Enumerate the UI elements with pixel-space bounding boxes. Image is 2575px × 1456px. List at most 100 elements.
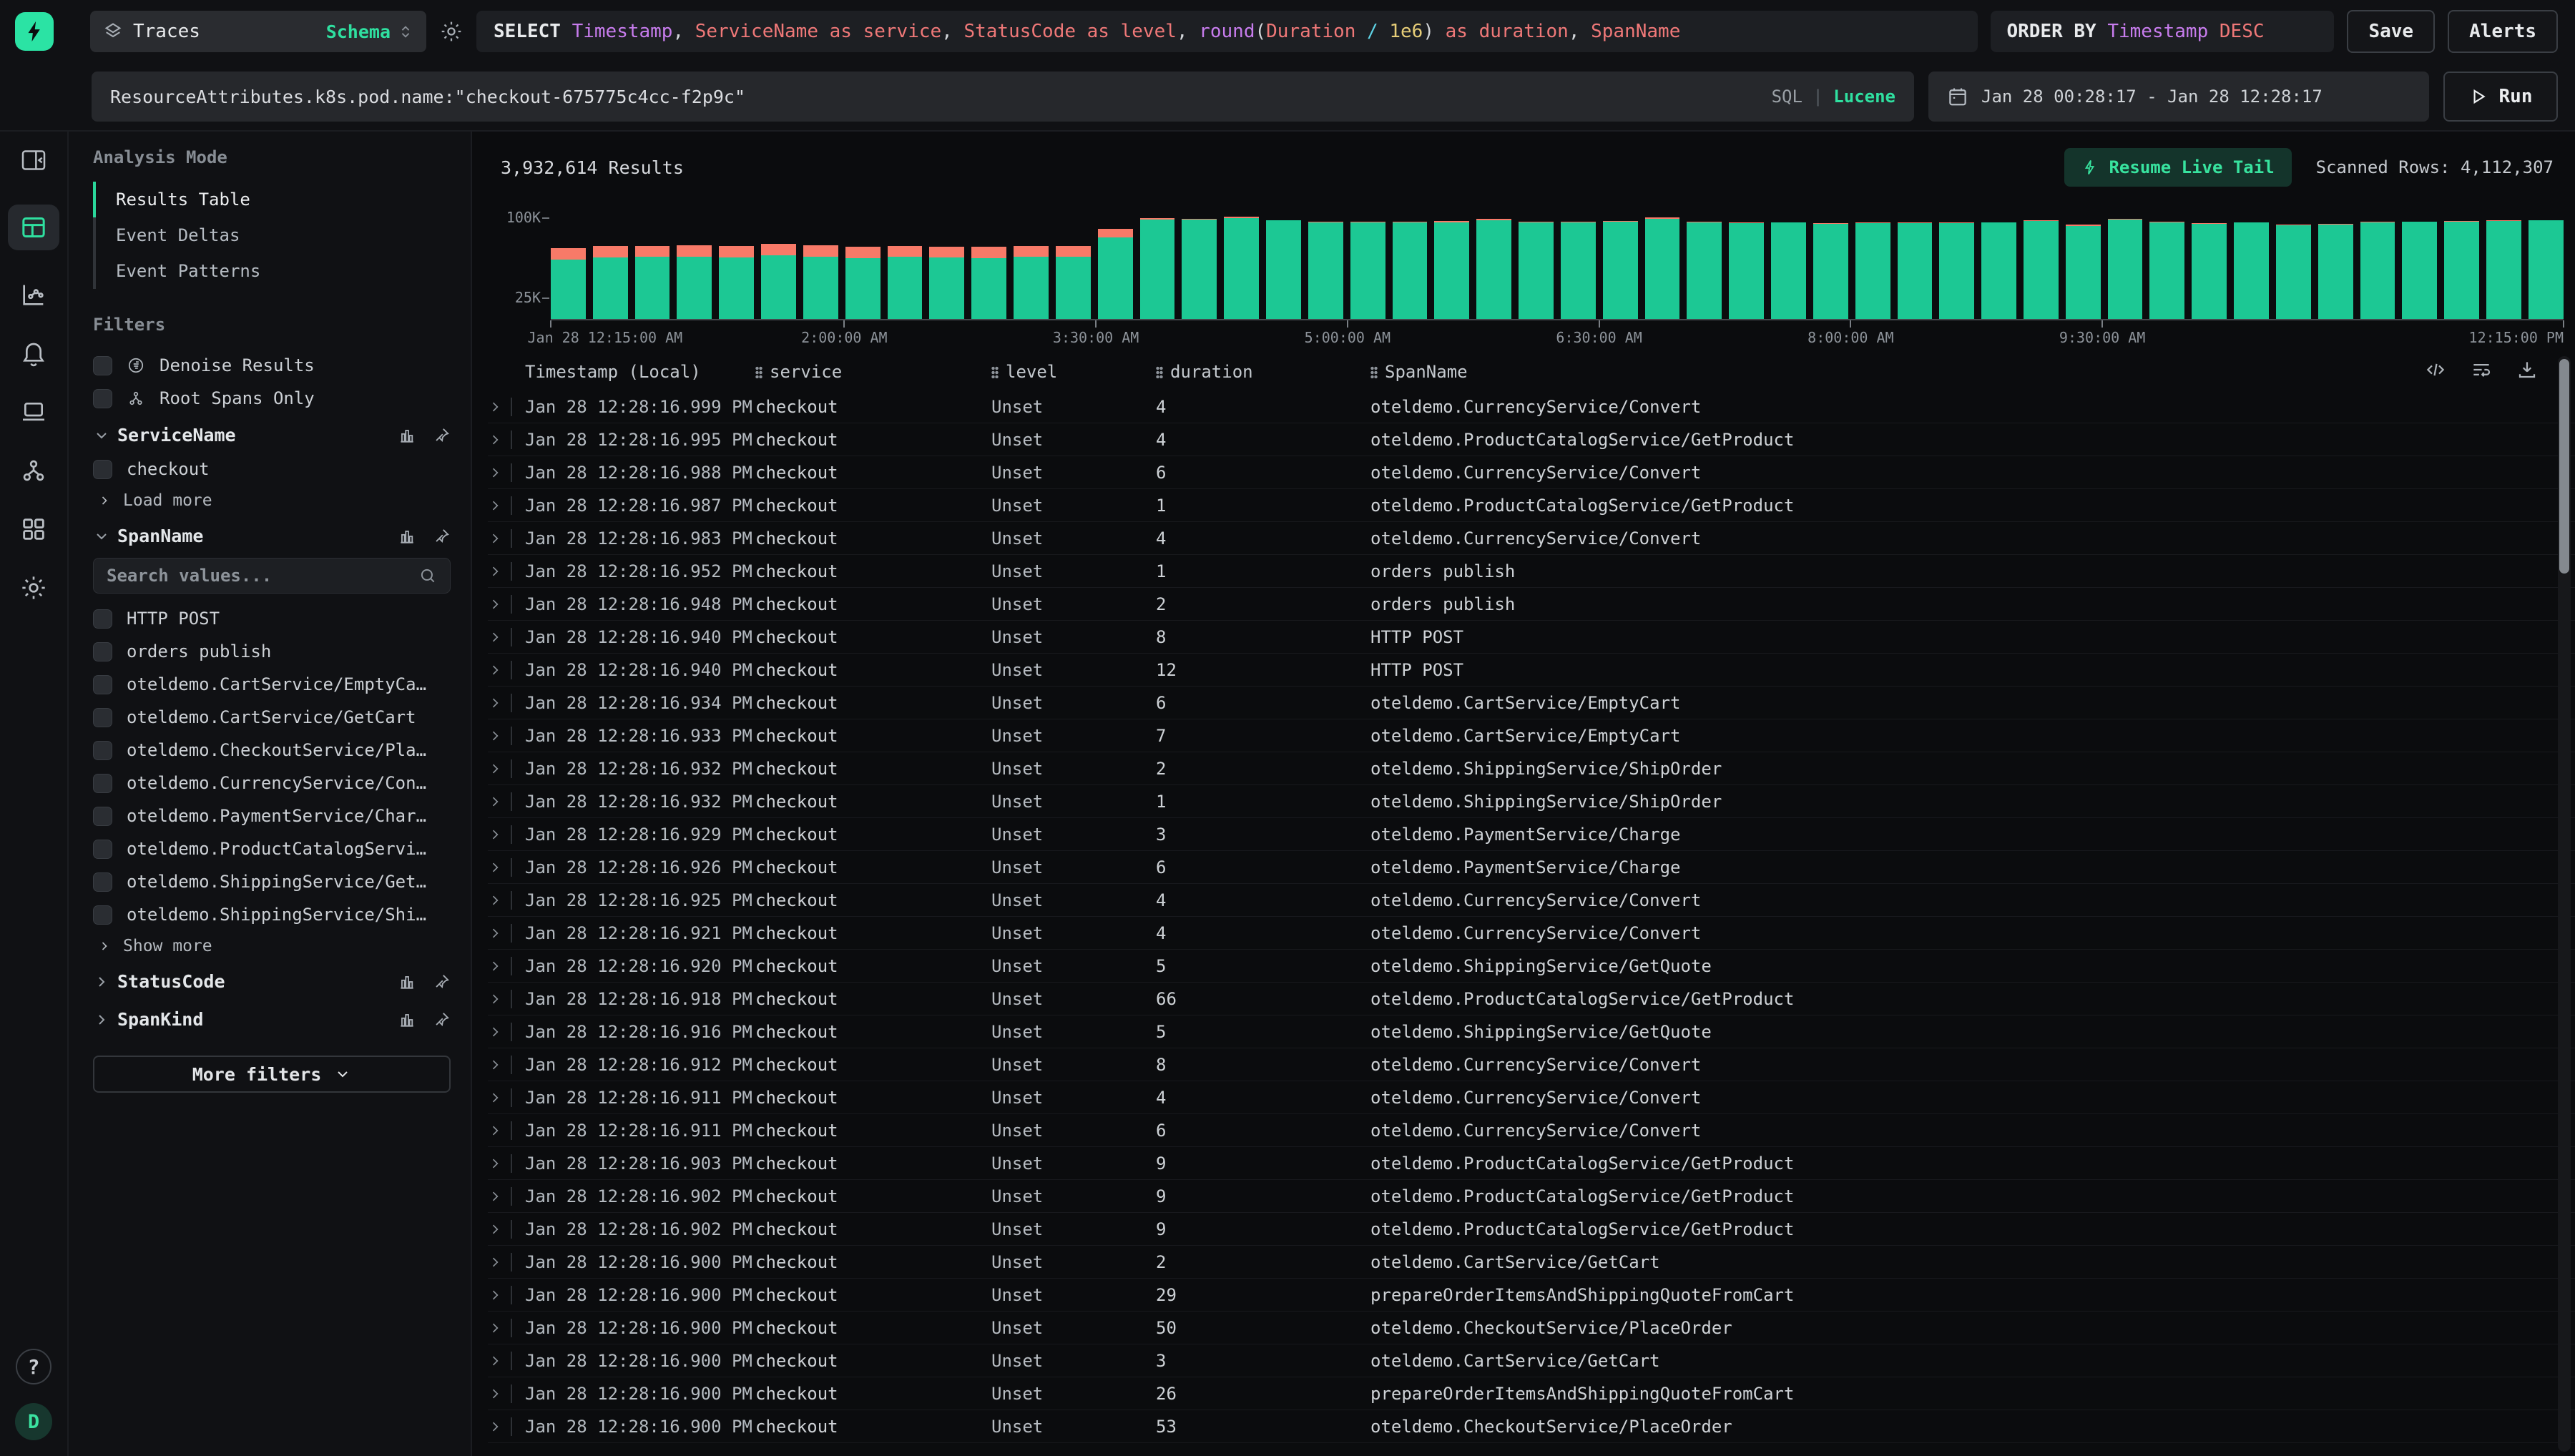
facet-pin-icon[interactable] [432, 973, 451, 991]
expand-row-button[interactable] [488, 1319, 525, 1337]
code-view-icon[interactable] [2425, 359, 2446, 380]
table-row[interactable]: Jan 28 12:28:16.926 PMcheckoutUnset6otel… [488, 851, 2575, 884]
table-row[interactable]: Jan 28 12:28:16.995 PMcheckoutUnset4otel… [488, 423, 2575, 456]
table-row[interactable]: Jan 28 12:28:16.921 PMcheckoutUnset4otel… [488, 917, 2575, 950]
table-row[interactable]: Jan 28 12:28:16.987 PMcheckoutUnset1otel… [488, 489, 2575, 522]
expand-row-button[interactable] [488, 1023, 525, 1041]
expand-row-button[interactable] [488, 1187, 525, 1206]
expand-row-button[interactable] [488, 529, 525, 548]
app-logo[interactable] [15, 12, 54, 51]
facet-pin-icon[interactable] [432, 527, 451, 546]
user-avatar[interactable]: D [15, 1403, 52, 1440]
language-lucene[interactable]: Lucene [1833, 87, 1895, 107]
table-row[interactable]: Jan 28 12:28:16.940 PMcheckoutUnset12HTT… [488, 654, 2575, 687]
denoise-results-checkbox[interactable] [93, 356, 112, 375]
facet-servicename-header[interactable]: ServiceName [93, 415, 451, 453]
analysis-mode-event-deltas[interactable]: Event Deltas [93, 217, 451, 253]
schema-link[interactable]: Schema [326, 21, 391, 42]
spanname-option[interactable]: oteldemo.CartService/EmptyCa… [93, 668, 451, 701]
table-scrollbar[interactable] [2558, 356, 2571, 1452]
spanname-option[interactable]: oteldemo.CurrencyService/Con… [93, 767, 451, 800]
expand-row-button[interactable] [488, 891, 525, 910]
expand-row-button[interactable] [488, 1417, 525, 1436]
alerts-button[interactable]: Alerts [2448, 10, 2558, 53]
spanname-option[interactable]: orders publish [93, 635, 451, 668]
table-row[interactable]: Jan 28 12:28:16.903 PMcheckoutUnset9otel… [488, 1147, 2575, 1180]
search-query-input[interactable]: ResourceAttributes.k8s.pod.name:"checkou… [92, 72, 1914, 122]
more-filters-button[interactable]: More filters [93, 1056, 451, 1093]
table-row[interactable]: Jan 28 12:28:16.900 PMcheckoutUnset50ote… [488, 1312, 2575, 1344]
denoise-results-toggle[interactable]: Denoise Results [93, 349, 451, 382]
servicename-load-more[interactable]: Load more [93, 486, 451, 516]
column-header-level[interactable]: level [991, 362, 1156, 382]
table-row[interactable]: Jan 28 12:28:16.929 PMcheckoutUnset3otel… [488, 818, 2575, 851]
nav-dashboards[interactable] [19, 515, 48, 543]
expand-row-button[interactable] [488, 661, 525, 679]
spanname-option[interactable]: oteldemo.ProductCatalogServi… [93, 832, 451, 865]
option-checkbox[interactable] [93, 905, 112, 925]
option-checkbox[interactable] [93, 741, 112, 760]
expand-row-button[interactable] [488, 595, 525, 614]
servicename-option-checkout[interactable]: checkout [93, 453, 451, 486]
expand-row-button[interactable] [488, 1121, 525, 1140]
spanname-option[interactable]: oteldemo.ShippingService/Get… [93, 865, 451, 898]
table-row[interactable]: Jan 28 12:28:16.916 PMcheckoutUnset5otel… [488, 1015, 2575, 1048]
expand-row-button[interactable] [488, 858, 525, 877]
expand-row-button[interactable] [488, 727, 525, 745]
table-row[interactable]: Jan 28 12:28:16.911 PMcheckoutUnset4otel… [488, 1081, 2575, 1114]
expand-row-button[interactable] [488, 1286, 525, 1304]
expand-row-button[interactable] [488, 1154, 525, 1173]
expand-row-button[interactable] [488, 694, 525, 712]
time-range-picker[interactable]: Jan 28 00:28:17 - Jan 28 12:28:17 [1928, 72, 2429, 122]
spanname-search[interactable] [93, 558, 451, 594]
facet-chart-icon[interactable] [398, 426, 416, 445]
table-row[interactable]: Jan 28 12:28:16.900 PMcheckoutUnset3otel… [488, 1344, 2575, 1377]
nav-client-sessions[interactable] [19, 398, 48, 426]
table-row[interactable]: Jan 28 12:28:16.933 PMcheckoutUnset7otel… [488, 719, 2575, 752]
facet-spankind-header[interactable]: SpanKind [93, 999, 451, 1037]
option-checkbox[interactable] [93, 840, 112, 859]
language-toggle[interactable]: SQL | Lucene [1772, 87, 1895, 107]
drag-handle-icon[interactable] [1156, 366, 1163, 378]
table-row[interactable]: Jan 28 12:28:16.912 PMcheckoutUnset8otel… [488, 1048, 2575, 1081]
table-row[interactable]: Jan 28 12:28:16.948 PMcheckoutUnset2orde… [488, 588, 2575, 621]
download-icon[interactable] [2516, 359, 2538, 380]
spanname-option[interactable]: HTTP POST [93, 602, 451, 635]
drag-handle-icon[interactable] [1370, 366, 1378, 378]
facet-chart-icon[interactable] [398, 1010, 416, 1029]
nav-chart-explorer[interactable] [19, 280, 48, 309]
source-settings-button[interactable] [439, 19, 464, 44]
spanname-show-more[interactable]: Show more [93, 931, 451, 961]
table-row[interactable]: Jan 28 12:28:16.999 PMcheckoutUnset4otel… [488, 390, 2575, 423]
option-checkbox[interactable] [93, 609, 112, 629]
table-row[interactable]: Jan 28 12:28:16.900 PMcheckoutUnset29pre… [488, 1279, 2575, 1312]
scrollbar-thumb[interactable] [2559, 359, 2569, 574]
option-checkbox[interactable] [93, 708, 112, 727]
wrap-lines-icon[interactable] [2471, 359, 2492, 380]
spanname-option[interactable]: oteldemo.CartService/GetCart [93, 701, 451, 734]
nav-team-settings[interactable] [19, 574, 48, 602]
expand-row-button[interactable] [488, 1253, 525, 1271]
table-row[interactable]: Jan 28 12:28:16.920 PMcheckoutUnset5otel… [488, 950, 2575, 983]
expand-row-button[interactable] [488, 759, 525, 778]
spanname-option[interactable]: oteldemo.CheckoutService/Pla… [93, 734, 451, 767]
facet-pin-icon[interactable] [432, 426, 451, 445]
option-checkbox[interactable] [93, 872, 112, 892]
expand-row-button[interactable] [488, 924, 525, 943]
save-button[interactable]: Save [2347, 10, 2435, 53]
facet-spanname-header[interactable]: SpanName [93, 516, 451, 554]
analysis-mode-results-table[interactable]: Results Table [93, 182, 451, 217]
help-button[interactable]: ? [16, 1349, 52, 1384]
table-row[interactable]: Jan 28 12:28:16.932 PMcheckoutUnset1otel… [488, 785, 2575, 818]
table-row[interactable]: Jan 28 12:28:16.932 PMcheckoutUnset2otel… [488, 752, 2575, 785]
facet-chart-icon[interactable] [398, 973, 416, 991]
drag-handle-icon[interactable] [991, 366, 999, 378]
facet-statuscode-header[interactable]: StatusCode [93, 961, 451, 999]
table-row[interactable]: Jan 28 12:28:16.952 PMcheckoutUnset1orde… [488, 555, 2575, 588]
table-row[interactable]: Jan 28 12:28:16.911 PMcheckoutUnset6otel… [488, 1114, 2575, 1147]
column-header-service[interactable]: service [755, 362, 991, 382]
expand-row-button[interactable] [488, 628, 525, 646]
spanname-search-input[interactable] [107, 566, 418, 586]
table-row[interactable]: Jan 28 12:28:16.925 PMcheckoutUnset4otel… [488, 884, 2575, 917]
option-checkbox[interactable] [93, 675, 112, 694]
